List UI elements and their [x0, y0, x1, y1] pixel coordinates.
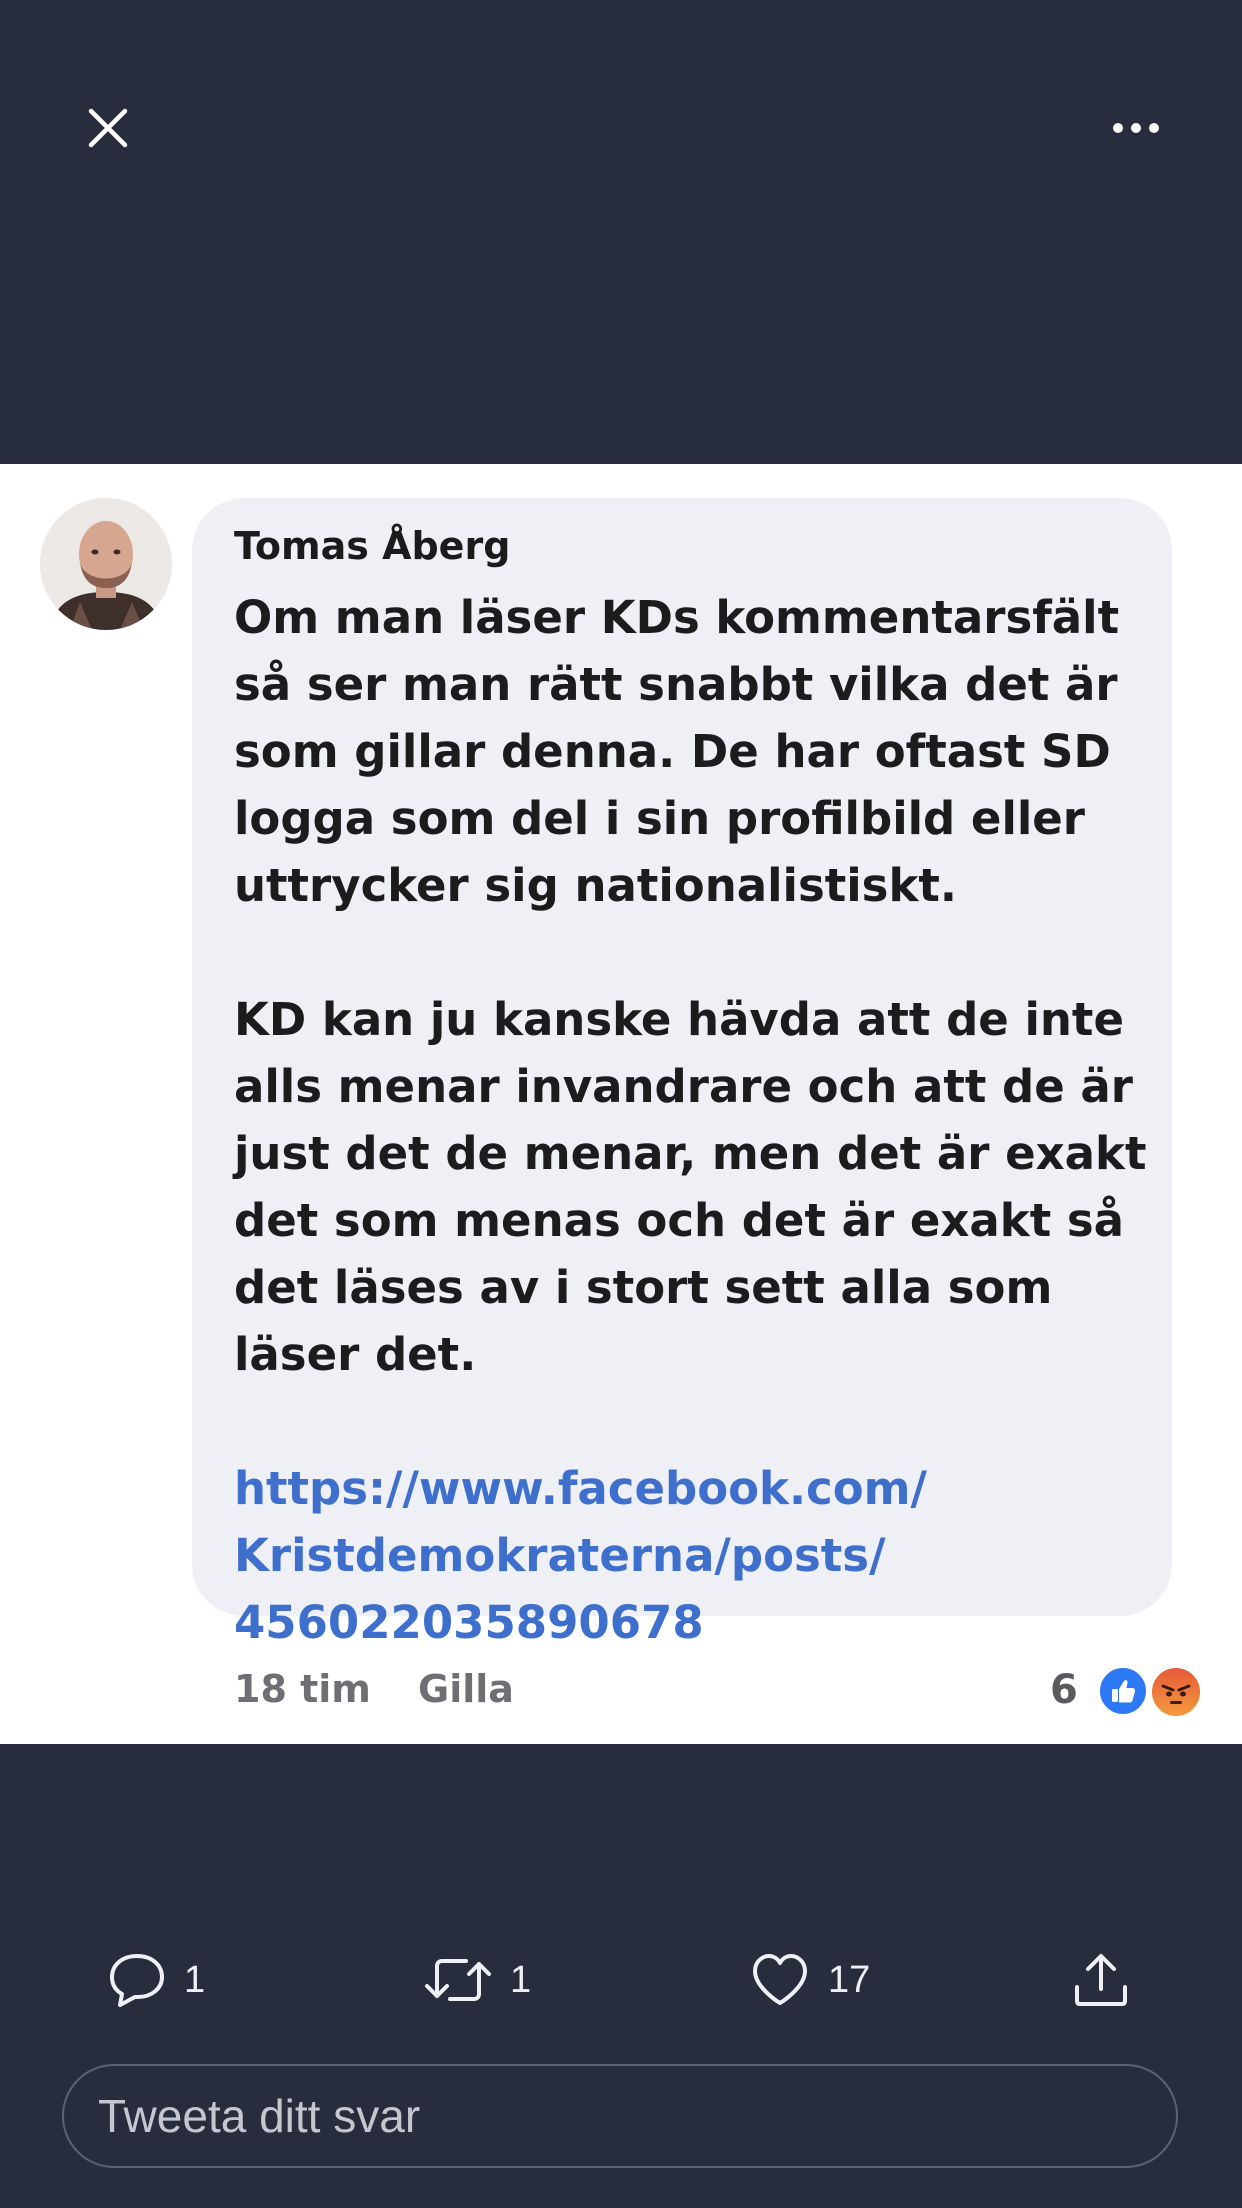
reply-count: 1 — [184, 1958, 206, 2001]
top-bar — [0, 0, 1242, 250]
comment-paragraph: Om man läser KDs kommentarsfält så ser m… — [234, 591, 1120, 912]
media-image[interactable]: Tomas Åberg Om man läser KDs kommentarsf… — [0, 464, 1242, 1744]
share-button[interactable] — [1072, 1940, 1130, 2020]
comment-author[interactable]: Tomas Åberg — [234, 524, 510, 568]
angry-reaction-icon — [1148, 1664, 1204, 1720]
avatar — [40, 498, 172, 630]
reply-button[interactable]: 1 — [108, 1940, 205, 2020]
close-button[interactable] — [72, 92, 144, 164]
reaction-count[interactable]: 6 — [1050, 1667, 1078, 1713]
like-count: 17 — [828, 1958, 871, 2001]
comment-bubble: Tomas Åberg Om man läser KDs kommentarsf… — [192, 498, 1172, 1649]
avatar-photo — [40, 498, 172, 630]
reply-input[interactable]: Tweeta ditt svar — [62, 2064, 1178, 2168]
share-icon — [1075, 1954, 1127, 2006]
comment-paragraph: KD kan ju kanske hävda att de inte alls … — [234, 993, 1147, 1381]
comment-timestamp: 18 tim — [234, 1667, 371, 1711]
retweet-button[interactable]: 1 — [424, 1940, 531, 2020]
retweet-icon — [425, 1959, 491, 2001]
reply-placeholder: Tweeta ditt svar — [98, 2090, 421, 2142]
more-icon — [1113, 123, 1159, 133]
tweet-action-bar: 1 1 17 — [0, 1940, 1242, 2020]
more-options-button[interactable] — [1100, 92, 1172, 164]
comment-link[interactable]: https://www.facebook.com/ Kristdemokrate… — [234, 1455, 1164, 1656]
retweet-count: 1 — [510, 1958, 532, 2001]
close-icon — [88, 108, 128, 148]
thumbs-up-reaction-icon — [1096, 1664, 1150, 1718]
heart-icon — [753, 1954, 807, 2005]
reply-icon — [110, 1954, 164, 2007]
comment-body: Om man läser KDs kommentarsfält så ser m… — [234, 584, 1164, 1656]
like-button[interactable]: 17 — [750, 1940, 870, 2020]
like-comment-link[interactable]: Gilla — [418, 1667, 514, 1711]
